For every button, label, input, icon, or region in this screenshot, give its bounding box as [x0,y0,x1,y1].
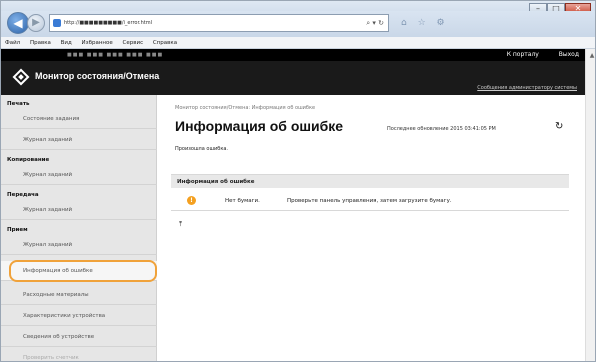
settings-gear-icon[interactable]: ⚙ [437,18,445,28]
section-header: Информация об ошибке [171,174,569,188]
menu-edit[interactable]: Правка [30,40,51,46]
device-strip: ■■■ ■■■ ■■■ ■■■ ■■■ К порталу Выход [1,49,585,61]
refresh-icon[interactable]: ↻ [555,121,563,132]
sidebar-item-send-log[interactable]: Журнал заданий [1,200,157,220]
breadcrumb: Монитор состояния/Отмена: Информация об … [175,105,316,111]
back-icon[interactable]: ◀ [7,12,29,34]
menu-view[interactable]: Вид [61,40,72,46]
app-header: Монитор состояния/Отмена Сообщения админ… [1,61,585,95]
favorites-star-icon[interactable]: ☆ [418,18,426,28]
monitor-logo-icon [12,68,30,86]
scroll-up-icon[interactable]: ▲ [588,53,595,59]
sidebar-item-print-log[interactable]: Журнал заданий [1,130,157,150]
browser-window: – □ ✕ ◀ ▶ http://■■■■■■■■■/i_error.html … [0,0,596,362]
portal-link[interactable]: К порталу [507,51,539,58]
admin-message-link[interactable]: Сообщения администратору системы [477,85,577,91]
menu-help[interactable]: Справка [153,40,177,46]
navigation-bar: ◀ ▶ http://■■■■■■■■■/i_error.html ⌕ ▾ ↻ … [1,11,595,37]
menu-tools[interactable]: Сервис [123,40,144,46]
sidebar: Печать Состояние задания Журнал заданий … [1,95,157,361]
error-name: Нет бумаги. [225,198,260,204]
sidebar-section-send: Передача [7,192,39,198]
logout-link[interactable]: Выход [559,51,579,58]
status-message: Произошла ошибка. [175,146,229,152]
sidebar-item-copy-log[interactable]: Журнал заданий [1,165,157,185]
vertical-scrollbar[interactable]: ▲ [585,49,595,361]
selection-highlight [9,260,157,282]
menu-file[interactable]: Файл [5,40,20,46]
sidebar-item-device-features[interactable]: Характеристики устройства [1,306,157,326]
page-title: Информация об ошибке [175,118,344,134]
menu-bar: Файл Правка Вид Избранное Сервис Справка [1,37,595,49]
sidebar-item-job-status[interactable]: Состояние задания [1,109,157,129]
address-bar[interactable]: http://■■■■■■■■■/i_error.html ⌕ ▾ ↻ [49,14,389,32]
forward-icon[interactable]: ▶ [27,14,45,32]
url-text: http://■■■■■■■■■/i_error.html [64,20,153,26]
back-to-top-icon[interactable]: ⤒ [179,220,182,229]
warning-icon: ! [187,196,196,205]
sidebar-item-receive-log[interactable]: Журнал заданий [1,235,157,255]
sidebar-section-print: Печать [7,101,30,107]
last-updated: Последнее обновление 2015 03:41:05 PM [387,126,496,132]
sidebar-item-consumables[interactable]: Расходные материалы [1,285,157,305]
favicon-icon [53,19,61,27]
home-icon[interactable]: ⌂ [401,18,407,28]
sidebar-item-counter[interactable]: Проверить счетчик [1,348,157,361]
error-description: Проверьте панель управления, затем загру… [287,198,452,204]
browser-tools: ⌂ ☆ ⚙ [393,14,593,32]
error-row: ! Нет бумаги. Проверьте панель управлени… [171,193,569,211]
app-title: Монитор состояния/Отмена [35,71,160,81]
search-refresh-icon[interactable]: ⌕ ▾ ↻ [366,15,384,31]
menu-favorites[interactable]: Избранное [82,40,113,46]
sidebar-section-receive: Прием [7,227,28,233]
sidebar-item-device-info[interactable]: Сведения об устройстве [1,327,157,347]
device-name: ■■■ ■■■ ■■■ ■■■ ■■■ [67,52,164,58]
sidebar-section-copy: Копирование [7,157,50,163]
